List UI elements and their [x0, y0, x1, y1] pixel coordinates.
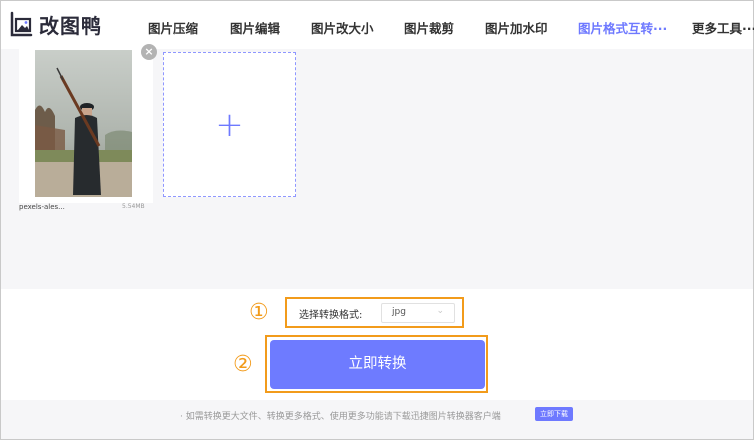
- logo[interactable]: 改图鸭: [9, 10, 102, 39]
- plus-icon: +: [215, 104, 244, 145]
- notice-text: · 如需转换更大文件、转换更多格式、使用更多功能请下载迅捷图片转换器客户端: [180, 412, 501, 422]
- download-client-button[interactable]: 立即下载: [535, 407, 573, 421]
- nav-item-watermark[interactable]: 图片加水印: [485, 18, 548, 37]
- step-2-marker: ②: [233, 352, 253, 377]
- step-1-marker: ①: [249, 300, 269, 325]
- file-name: pexels-ales...: [19, 203, 65, 211]
- nav-item-format-convert[interactable]: 图片格式互转···: [578, 18, 667, 37]
- nav-item-edit[interactable]: 图片编辑: [230, 18, 280, 37]
- nav-item-compress[interactable]: 图片压缩: [148, 18, 198, 37]
- file-thumbnail-card[interactable]: [19, 49, 153, 203]
- chevron-down-icon: ⌄: [436, 306, 444, 316]
- nav-item-more-tools[interactable]: 更多工具···: [692, 18, 754, 37]
- add-file-button[interactable]: +: [163, 52, 296, 197]
- format-label: 选择转换格式:: [299, 310, 363, 321]
- format-selected-value: jpg: [392, 307, 406, 317]
- nav-item-crop[interactable]: 图片裁剪: [404, 18, 454, 37]
- top-navigation: 改图鸭 图片压缩 图片编辑 图片改大小 图片裁剪 图片加水印 图片格式互转···…: [1, 1, 754, 49]
- format-dropdown[interactable]: jpg ⌄: [381, 303, 455, 323]
- file-size: 5.54MB: [122, 203, 145, 210]
- photo-frame-icon: [9, 11, 33, 39]
- brand-name: 改图鸭: [39, 14, 102, 38]
- file-thumbnail-image: [35, 50, 132, 197]
- remove-file-button[interactable]: ×: [141, 44, 157, 60]
- nav-item-resize[interactable]: 图片改大小: [311, 18, 374, 37]
- convert-button[interactable]: 立即转换: [270, 340, 485, 389]
